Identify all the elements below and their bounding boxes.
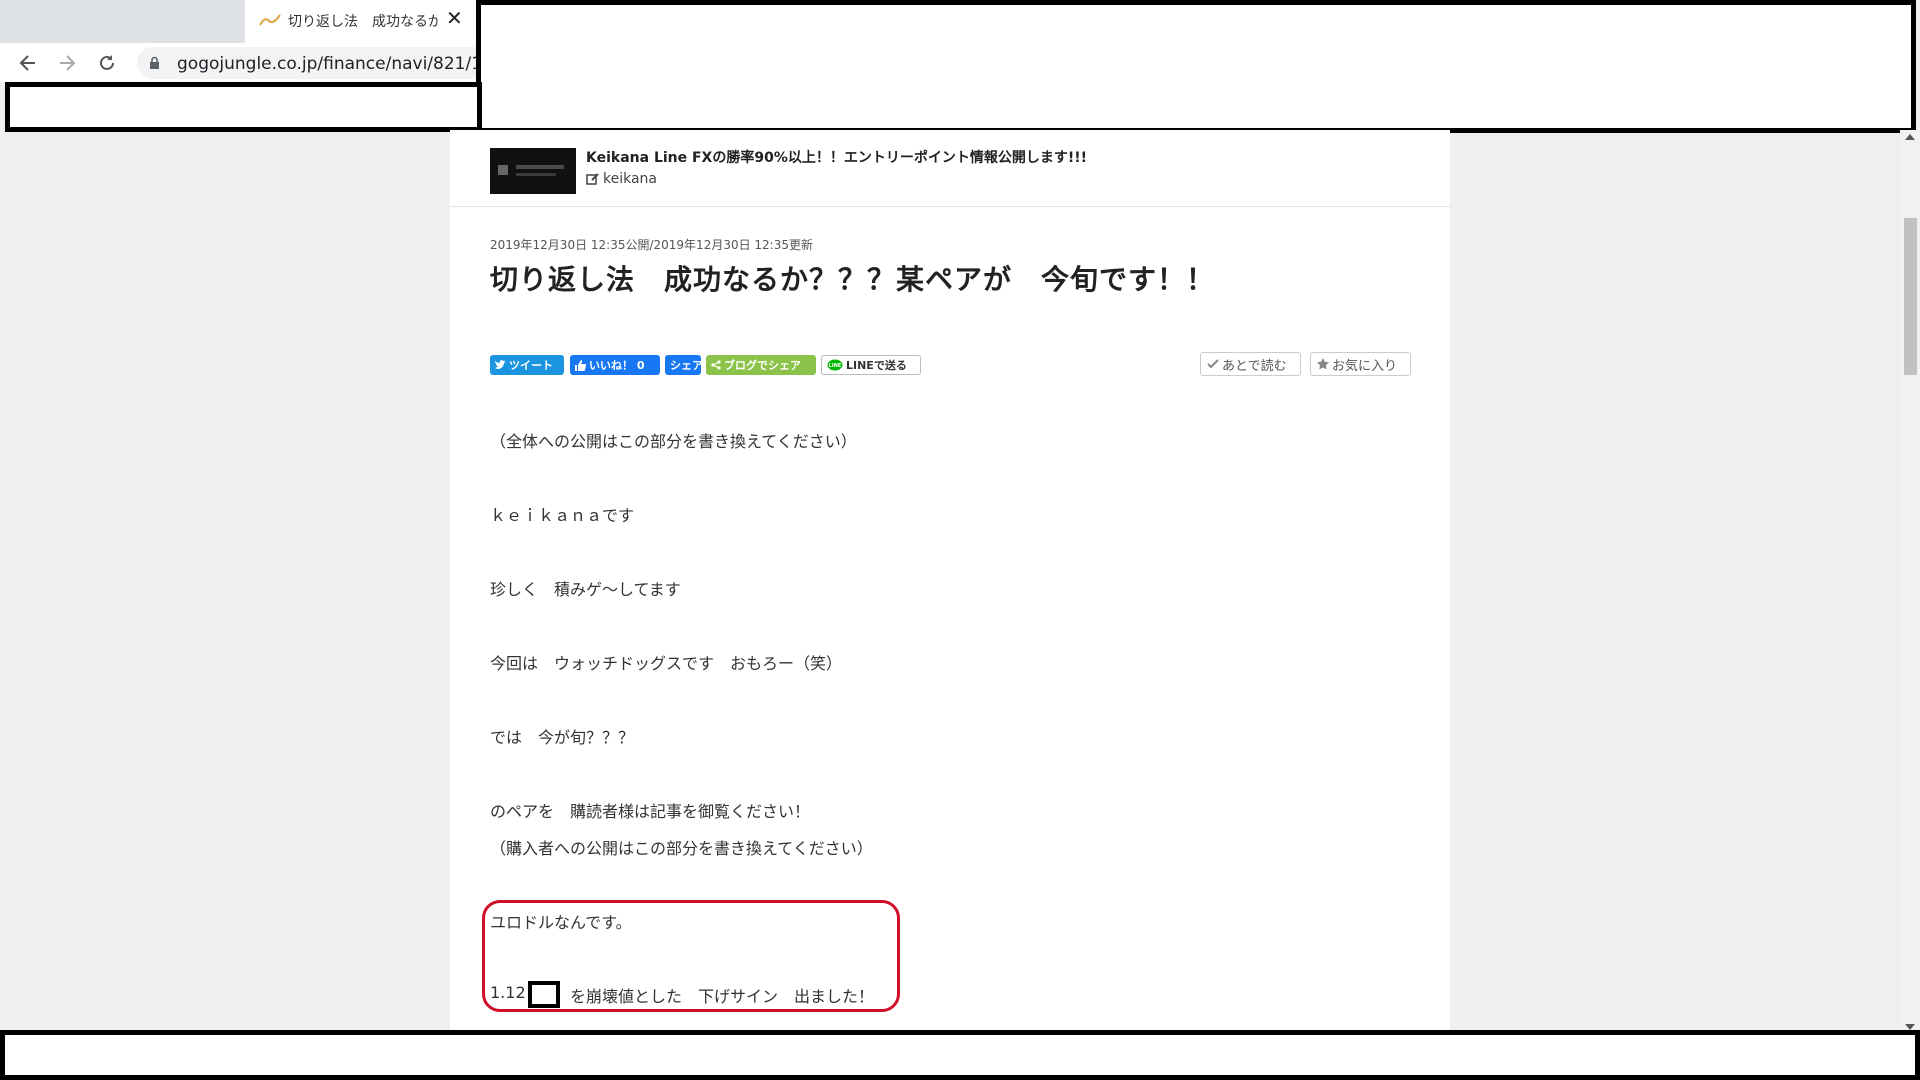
twitter-bird-icon (495, 360, 506, 369)
author-name: keikana (603, 171, 658, 187)
page-scrollbar[interactable] (1900, 130, 1920, 1030)
thumbnail-text-line (516, 165, 564, 169)
edit-icon (586, 173, 599, 185)
read-later-button[interactable]: あとで読む (1200, 352, 1301, 376)
tab-bar: 切り返し法 成功なるか ✕ (0, 0, 480, 43)
redacted-region-bottom (0, 1030, 1920, 1080)
blog-header: Keikana Line FXの勝率90%以上！！エントリーポイント情報公開しま… (450, 130, 1450, 207)
site-favicon-icon (259, 14, 281, 26)
line-icon: LINE (827, 359, 843, 371)
tweet-label: ツイート (509, 359, 553, 372)
check-icon (1207, 359, 1219, 369)
navigation-bar: gogojungle.co.jp/finance/navi/821/180 (0, 43, 504, 83)
share-icon (711, 360, 721, 370)
blog-thumbnail[interactable] (490, 148, 576, 194)
share-label: シェア (670, 359, 701, 372)
svg-text:LINE: LINE (829, 363, 842, 369)
forward-arrow-icon (60, 55, 76, 71)
tab-close-icon[interactable]: ✕ (446, 8, 463, 28)
thumbs-up-icon (575, 359, 586, 371)
url-text: gogojungle.co.jp/finance/navi/821/180 (177, 54, 504, 74)
paragraph: 珍しく 積みゲ～してます (490, 580, 681, 599)
thumbnail-logo-icon (498, 165, 508, 175)
read-later-label: あとで読む (1222, 358, 1287, 374)
favorite-label: お気に入り (1332, 358, 1398, 374)
reload-icon (100, 55, 114, 70)
address-bar[interactable]: gogojungle.co.jp/finance/navi/821/180 (137, 47, 504, 79)
blog-author-link[interactable]: keikana (586, 171, 657, 187)
tab-title: 切り返し法 成功なるか (288, 14, 438, 30)
paragraph: 今回は ウォッチドッグスです おもろー（笑） (490, 654, 843, 673)
blog-share-button[interactable]: ブログでシェア (706, 355, 816, 375)
scroll-thumb[interactable] (1904, 218, 1917, 375)
star-icon (1317, 358, 1329, 370)
line-label: LINEで送る (846, 359, 907, 372)
paragraph: のペアを 購読者様は記事を御覧ください！ (490, 802, 811, 821)
paragraph: ｋｅｉｋａｎａです (490, 506, 635, 525)
post-date: 2019年12月30日 12:35公開/2019年12月30日 12:35更新 (490, 238, 813, 252)
like-label: いいね！ 0 (589, 359, 645, 372)
highlight-annotation (482, 900, 900, 1012)
facebook-like-button[interactable]: いいね！ 0 (570, 355, 660, 375)
favorite-button[interactable]: お気に入り (1310, 352, 1411, 376)
scroll-up-arrow-icon[interactable] (1905, 134, 1915, 140)
facebook-share-button[interactable]: シェア (665, 355, 701, 375)
lock-icon (150, 56, 159, 69)
browser-tab[interactable]: 切り返し法 成功なるか ✕ (245, 0, 480, 43)
blog-title-link[interactable]: Keikana Line FXの勝率90%以上！！エントリーポイント情報公開しま… (586, 147, 1087, 167)
paragraph: （全体への公開はこの部分を書き換えてください） (490, 432, 857, 451)
back-button[interactable] (14, 49, 42, 77)
forward-button[interactable] (53, 49, 81, 77)
thumbnail-text-line (516, 173, 556, 176)
reload-button[interactable] (93, 49, 121, 77)
paragraph: では 今が旬？？？ (490, 728, 635, 747)
redacted-region-bookmarks (5, 82, 482, 132)
line-send-button[interactable]: LINE LINEで送る (821, 355, 921, 375)
post-title: 切り返し法 成功なるか？？？某ペアが 今旬です！！ (490, 263, 1216, 296)
redacted-region-top-right (476, 0, 1916, 133)
tweet-button[interactable]: ツイート (490, 355, 564, 375)
blog-share-label: ブログでシェア (724, 359, 801, 372)
back-arrow-icon (19, 55, 35, 71)
paragraph: （購入者への公開はこの部分を書き換えてください） (490, 839, 873, 858)
